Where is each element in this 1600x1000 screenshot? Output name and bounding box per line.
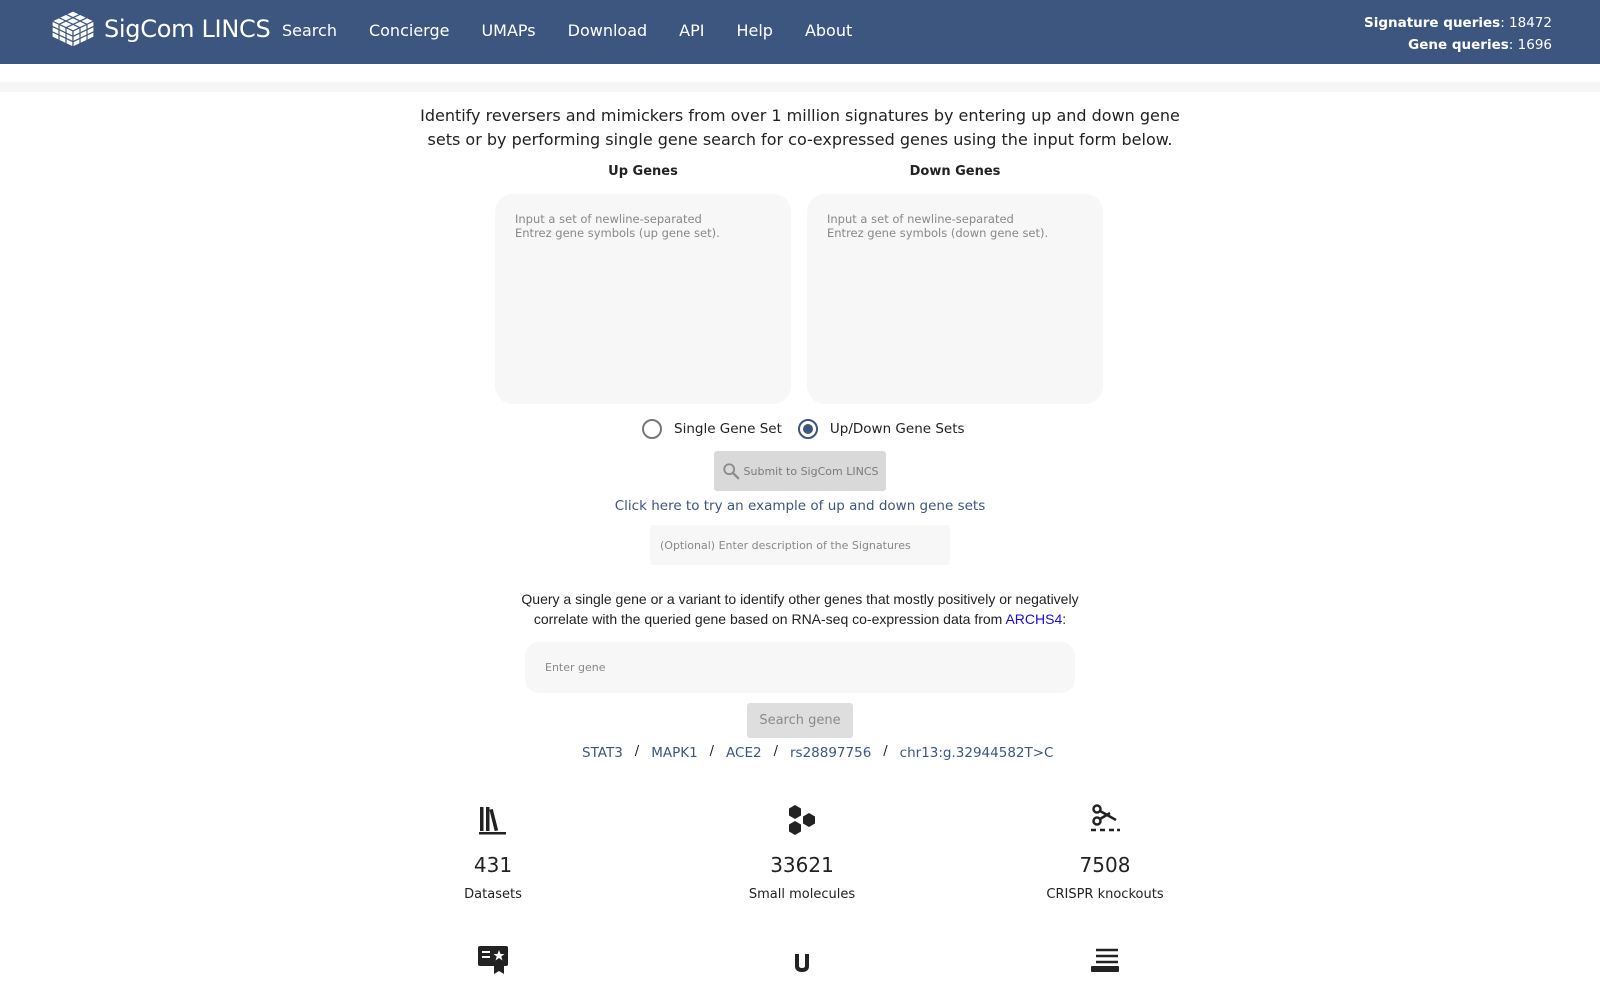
signature-description-input[interactable] xyxy=(650,525,950,565)
example-variant-chr13[interactable]: chr13:g.32944582T>C xyxy=(900,745,1054,761)
gene-queries-label: Gene queries xyxy=(1408,37,1509,53)
library-books-icon xyxy=(479,807,506,835)
signature-queries-label: Signature queries xyxy=(1363,15,1501,31)
header-divider xyxy=(0,82,1600,92)
datasets-count: 431 xyxy=(473,853,513,877)
stat-crispr-knockouts[interactable]: 7508 CRISPR knockouts xyxy=(1005,803,1205,902)
example-separator: / xyxy=(709,743,715,759)
submit-button-label: Submit to SigCom LINCS xyxy=(743,464,879,478)
stat-row2-item-1[interactable] xyxy=(393,942,593,976)
stat-row2-item-3[interactable] xyxy=(1005,942,1205,976)
example-gene-sets-link[interactable]: Click here to try an example of up and d… xyxy=(540,498,1060,514)
molecule-hexagons-icon xyxy=(789,805,815,835)
signature-queries-value: : 18472 xyxy=(1500,15,1552,31)
nav-concierge[interactable]: Concierge xyxy=(369,21,449,40)
nav-api[interactable]: API xyxy=(679,21,704,40)
top-navbar: SigCom LINCS Search Concierge UMAPs Down… xyxy=(0,0,1600,64)
nav-help[interactable]: Help xyxy=(736,21,772,40)
up-down-gene-sets-radio[interactable] xyxy=(797,419,818,439)
signature-queries-counter: Signature queries: 18472 xyxy=(1364,12,1552,34)
stacked-lines-icon xyxy=(1091,948,1119,972)
crispr-knockouts-count: 7508 xyxy=(1079,853,1131,877)
down-genes-label: Down Genes xyxy=(909,164,1001,179)
single-gene-set-label[interactable]: Single Gene Set xyxy=(674,421,782,437)
magnet-icon xyxy=(795,954,809,973)
mode-selector: Single Gene Set Up/Down Gene Sets xyxy=(642,419,981,439)
search-icon xyxy=(722,463,739,480)
search-gene-button[interactable]: Search gene xyxy=(747,703,853,738)
nav-download[interactable]: Download xyxy=(568,21,648,40)
query-counters: Signature queries: 18472 Gene queries: 1… xyxy=(1364,12,1552,56)
gene-queries-counter: Gene queries: 1696 xyxy=(1364,34,1552,56)
nav-about[interactable]: About xyxy=(805,21,852,40)
gene-query-suffix: : xyxy=(1062,611,1067,627)
crispr-scissors-icon xyxy=(1091,804,1120,832)
up-genes-label: Up Genes xyxy=(608,164,678,179)
intro-text: Identify reversers and mimickers from ov… xyxy=(420,106,1180,149)
stat-datasets[interactable]: 431 Datasets xyxy=(393,803,593,902)
main-nav: Search Concierge UMAPs Download API Help… xyxy=(282,21,884,40)
datasets-label: Datasets xyxy=(464,887,522,902)
archs4-link[interactable]: ARCHS4 xyxy=(1005,611,1062,627)
example-separator: / xyxy=(773,743,778,759)
example-gene-ace2[interactable]: ACE2 xyxy=(726,745,762,761)
gene-query-description: Query a single gene or a variant to iden… xyxy=(500,589,1100,629)
small-molecules-count: 33621 xyxy=(770,853,834,877)
up-down-gene-sets-label[interactable]: Up/Down Gene Sets xyxy=(830,421,965,437)
single-gene-set-radio[interactable] xyxy=(642,419,662,439)
brand-name: SigCom LINCS xyxy=(104,15,271,43)
example-gene-stat3[interactable]: STAT3 xyxy=(582,745,623,761)
down-genes-textarea[interactable] xyxy=(807,194,1103,404)
up-genes-textarea[interactable] xyxy=(495,194,791,404)
nav-search[interactable]: Search xyxy=(282,21,337,40)
brand-logo[interactable]: SigCom LINCS xyxy=(50,9,271,49)
example-separator: / xyxy=(883,743,888,759)
nav-umaps[interactable]: UMAPs xyxy=(481,21,535,40)
crispr-knockouts-label: CRISPR knockouts xyxy=(1046,887,1164,902)
example-variant-rs28897756[interactable]: rs28897756 xyxy=(790,745,871,761)
cube-grid-logo-icon xyxy=(50,10,96,48)
gene-queries-value: : 1696 xyxy=(1508,37,1552,53)
gene-query-text: Query a single gene or a variant to iden… xyxy=(521,591,1079,627)
certificate-star-icon xyxy=(478,946,508,974)
gene-examples: STAT3 / MAPK1 / ACE2 / rs28897756 / chr1… xyxy=(582,743,1054,762)
stat-row2-item-2[interactable] xyxy=(702,942,902,976)
gene-search-input[interactable] xyxy=(525,642,1075,693)
example-gene-mapk1[interactable]: MAPK1 xyxy=(651,745,697,761)
submit-button[interactable]: Submit to SigCom LINCS xyxy=(714,451,886,491)
stat-small-molecules[interactable]: 33621 Small molecules xyxy=(702,803,902,902)
small-molecules-label: Small molecules xyxy=(748,887,856,902)
example-separator: / xyxy=(634,743,640,759)
